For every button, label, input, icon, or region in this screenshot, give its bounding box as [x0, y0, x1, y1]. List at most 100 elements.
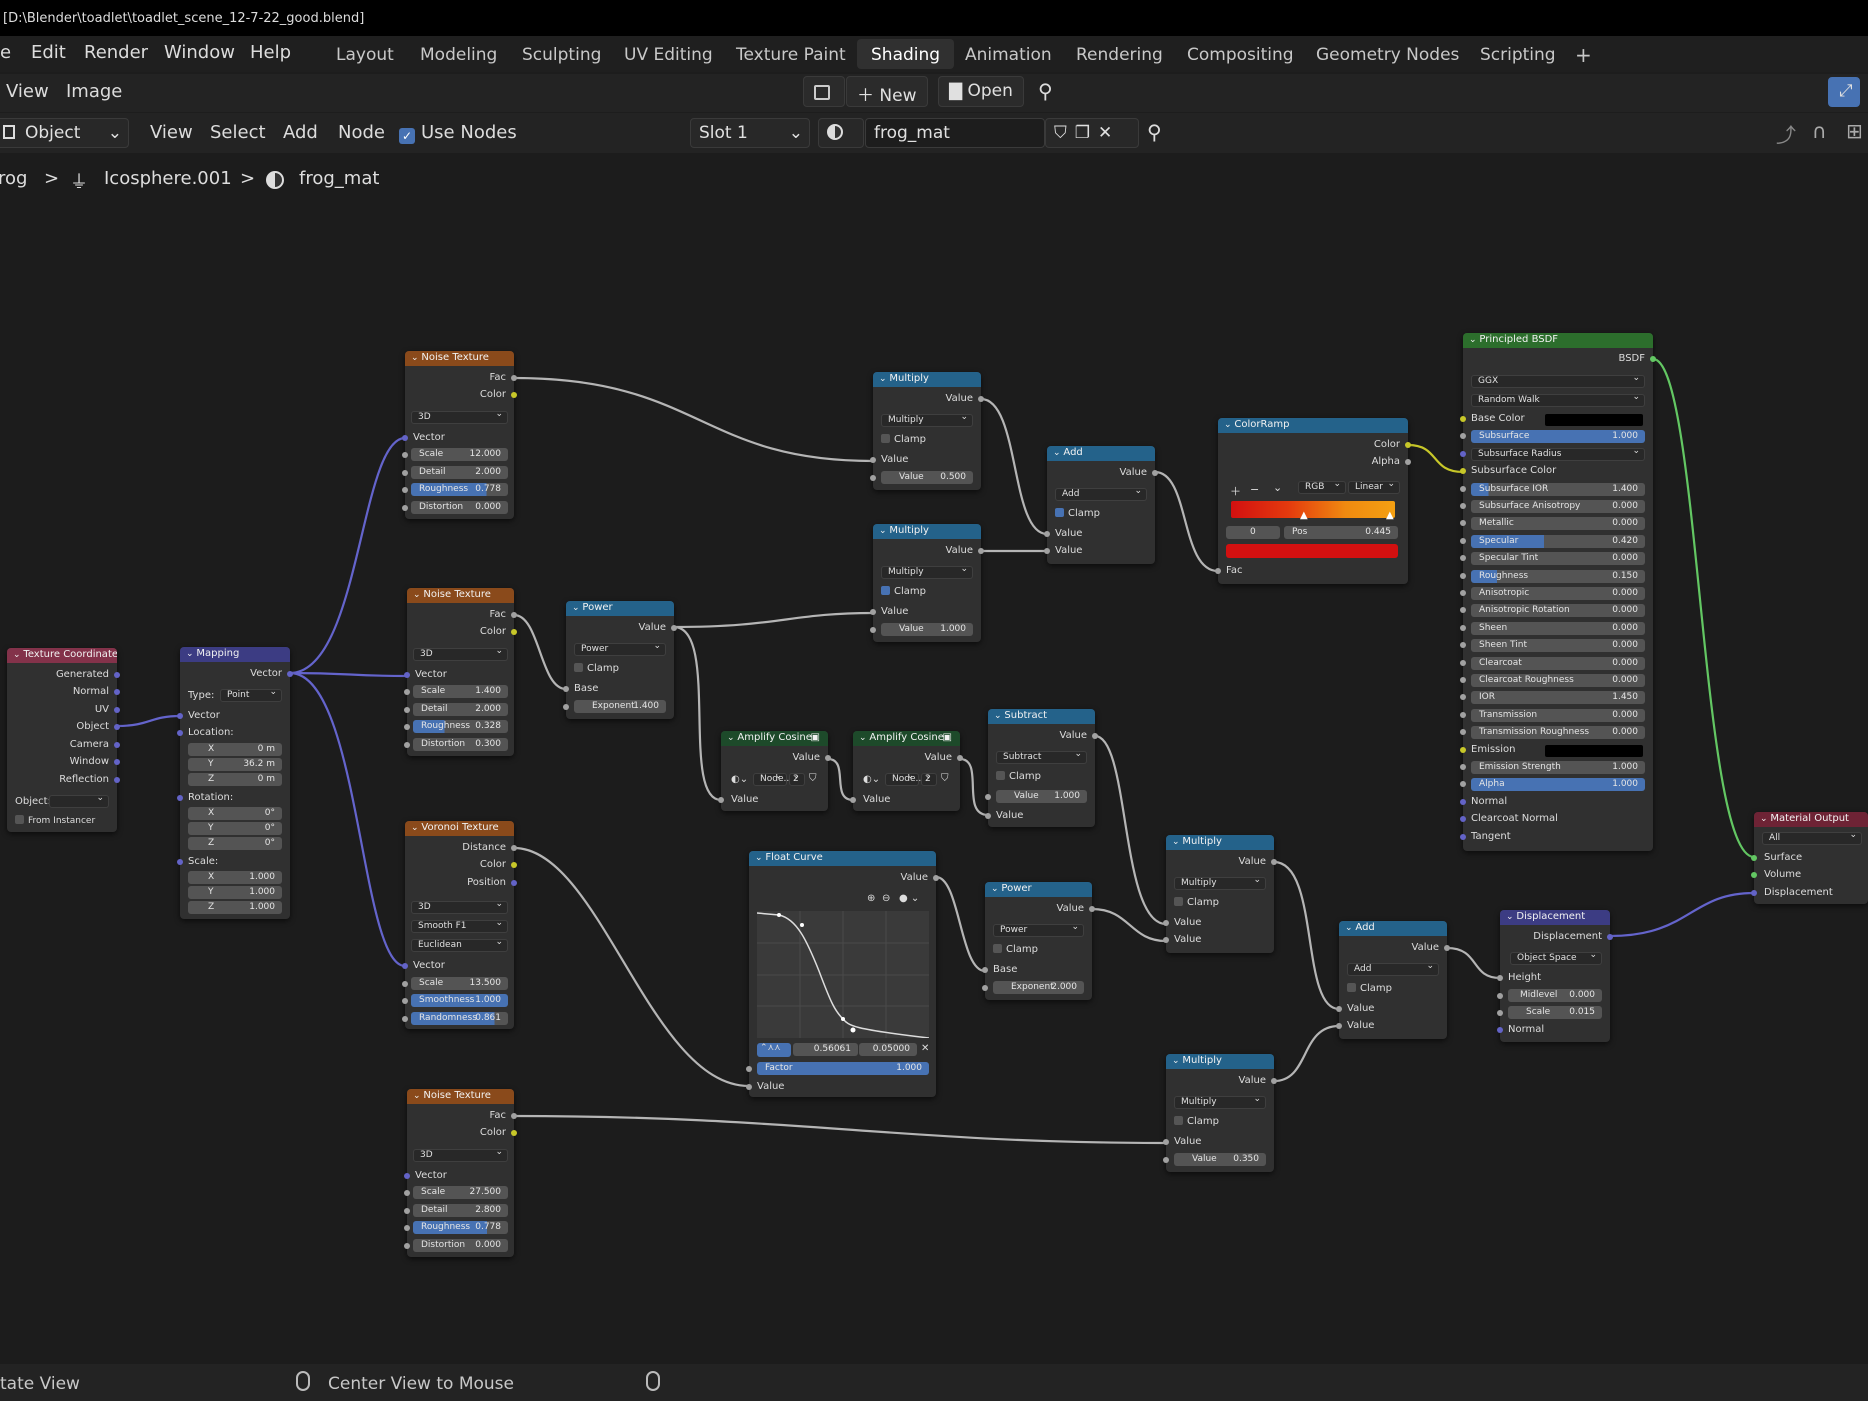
- socket[interactable]: [1460, 590, 1466, 596]
- tab-layout[interactable]: Layout: [322, 39, 408, 69]
- socket[interactable]: [1460, 746, 1466, 753]
- socket[interactable]: [511, 629, 517, 635]
- socket[interactable]: [114, 672, 120, 678]
- socket[interactable]: [1460, 781, 1466, 788]
- bsdf-input-field[interactable]: Clearcoat 0.000: [1471, 656, 1645, 670]
- space-dropdown[interactable]: Object Space: [1510, 950, 1602, 965]
- socket[interactable]: [402, 1016, 408, 1022]
- socket[interactable]: [177, 713, 183, 719]
- detail-field[interactable]: Detail 2.000: [413, 703, 508, 716]
- socket[interactable]: [1460, 833, 1466, 840]
- socket[interactable]: [1460, 468, 1466, 475]
- value-field[interactable]: Value 1.000: [996, 790, 1087, 803]
- socket[interactable]: [1460, 555, 1466, 562]
- distortion-field[interactable]: Distortion 0.000: [411, 501, 508, 514]
- rotation-z-field[interactable]: Z 0°: [188, 837, 282, 850]
- node-header[interactable]: Material Output: [1754, 812, 1868, 827]
- use-nodes-checkbox[interactable]: ✓ Use Nodes: [399, 122, 517, 144]
- bsdf-input-field[interactable]: Sheen 0.000: [1471, 621, 1645, 635]
- socket[interactable]: [1163, 1139, 1169, 1145]
- subsurface-radius-dropdown[interactable]: Subsurface Radius: [1471, 446, 1645, 461]
- node-header[interactable]: Multiply: [873, 372, 981, 387]
- bsdf-input-field[interactable]: Metallic 0.000: [1471, 517, 1645, 531]
- socket[interactable]: [404, 1243, 410, 1249]
- curve-tools-icon[interactable]: ● ⌄: [899, 893, 919, 904]
- value-field[interactable]: Value 0.350: [1174, 1153, 1266, 1166]
- tab-modeling[interactable]: Modeling: [406, 39, 511, 69]
- socket[interactable]: [746, 1066, 752, 1072]
- socket[interactable]: [982, 985, 988, 991]
- material-browse-button[interactable]: [818, 118, 864, 148]
- math-power-node[interactable]: Power Value Power Clamp Base Exponent1.4…: [563, 601, 677, 719]
- clamp-checkbox[interactable]: Clamp: [881, 586, 926, 597]
- node-header[interactable]: Noise Texture: [407, 1089, 514, 1104]
- float-curve-node[interactable]: Float Curve Value ⊕ ⊖ ● ⌄ ⌃⋏⋏ 0.56061 0.…: [746, 851, 939, 1097]
- parent-node-tree-icon[interactable]: ⤴: [1776, 119, 1796, 148]
- tab-texture-paint[interactable]: Texture Paint: [722, 39, 860, 69]
- socket[interactable]: [718, 797, 724, 803]
- socket[interactable]: [114, 707, 120, 713]
- group-users-count[interactable]: 2: [921, 771, 937, 786]
- socket[interactable]: [1497, 993, 1503, 999]
- socket[interactable]: [402, 963, 408, 969]
- subsurface-method-dropdown[interactable]: Random Walk: [1471, 392, 1645, 407]
- open-image-button[interactable]: ▇ Open: [938, 76, 1024, 107]
- scale-field[interactable]: Scale 13.500: [411, 977, 508, 990]
- node-header[interactable]: Multiply: [1166, 1054, 1274, 1069]
- location-z-field[interactable]: Z0 m: [188, 773, 282, 786]
- socket[interactable]: [511, 880, 517, 886]
- menu-edit[interactable]: Edit: [27, 42, 70, 63]
- socket[interactable]: [1092, 733, 1098, 739]
- socket[interactable]: [1336, 1006, 1342, 1012]
- bsdf-input-field[interactable]: Alpha 1.000: [1471, 778, 1645, 792]
- socket[interactable]: [404, 672, 410, 678]
- rotation-x-field[interactable]: X 0°: [188, 807, 282, 820]
- scale-z-field[interactable]: Z 1.000: [188, 901, 282, 914]
- node-header[interactable]: Noise Texture: [407, 588, 514, 603]
- from-instancer-checkbox[interactable]: From Instancer: [15, 815, 95, 826]
- node-add-menu[interactable]: Add: [283, 122, 318, 143]
- roughness-field[interactable]: Roughness 0.778: [411, 483, 508, 496]
- math-multiply-node[interactable]: Multiply Value Multiply Clamp Value Valu…: [870, 524, 984, 642]
- node-view-menu[interactable]: View: [150, 122, 193, 143]
- socket[interactable]: [1044, 531, 1050, 537]
- socket[interactable]: [1460, 485, 1466, 492]
- bsdf-input-field[interactable]: Subsurface 1.000: [1471, 430, 1645, 444]
- socket[interactable]: [563, 686, 569, 692]
- socket[interactable]: [1460, 816, 1466, 823]
- clamp-checkbox[interactable]: Clamp: [996, 771, 1041, 782]
- stop-position-field[interactable]: Pos 0.445: [1284, 526, 1398, 539]
- socket[interactable]: [114, 777, 120, 783]
- bsdf-input-field[interactable]: Anisotropic 0.000: [1471, 587, 1645, 600]
- location-x-field[interactable]: X0 m: [188, 743, 282, 756]
- principled-bsdf-node[interactable]: Principled BSDF BSDF GGX Random Walk Bas…: [1460, 333, 1656, 851]
- exponent-field[interactable]: Exponent 2.000: [993, 981, 1084, 994]
- math-multiply-node[interactable]: Multiply Value Multiply Clamp Value Valu…: [1163, 835, 1277, 953]
- socket[interactable]: [1460, 711, 1466, 718]
- clamp-checkbox[interactable]: Clamp: [881, 434, 926, 445]
- point-x-field[interactable]: 0.56061: [793, 1043, 858, 1056]
- socket[interactable]: [1460, 624, 1466, 631]
- bsdf-input-field[interactable]: Specular Tint 0.000: [1471, 552, 1645, 566]
- roughness-field[interactable]: Roughness 0.328: [413, 720, 508, 733]
- socket[interactable]: [1460, 729, 1466, 736]
- math-multiply-node[interactable]: Multiply Value Multiply Clamp Value Valu…: [1163, 1054, 1277, 1172]
- detail-field[interactable]: Detail 2.000: [411, 466, 508, 479]
- clamp-checkbox[interactable]: Clamp: [1174, 1116, 1219, 1127]
- pin-icon[interactable]: ⚲: [1147, 120, 1162, 144]
- factor-field[interactable]: Factor 1.000: [757, 1062, 929, 1075]
- socket[interactable]: [1163, 937, 1169, 943]
- socket[interactable]: [511, 392, 517, 398]
- node-node-menu[interactable]: Node: [338, 122, 385, 143]
- midlevel-field[interactable]: Midlevel 0.000: [1508, 989, 1602, 1002]
- color-ramp-node[interactable]: ColorRamp Color Alpha ＋ − ⌄ RGB Linear ▲…: [1215, 418, 1411, 584]
- add-stop-icon[interactable]: ＋: [1230, 483, 1241, 499]
- point-y-field[interactable]: 0.05000: [859, 1043, 917, 1056]
- voronoi-texture-node[interactable]: Voronoi Texture Distance Color Position …: [402, 821, 517, 1029]
- socket[interactable]: [1497, 1010, 1503, 1016]
- zoom-out-icon[interactable]: ⊖: [882, 893, 890, 904]
- node-header[interactable]: Amplify Cosine▣: [721, 731, 828, 746]
- new-image-button[interactable]: ＋ New: [846, 76, 928, 107]
- amplify-cosine-group-node[interactable]: Amplify Cosine▣ Value ◐⌄ Node... 2 ⛉ Val…: [850, 731, 963, 811]
- node-header[interactable]: Power: [985, 882, 1092, 897]
